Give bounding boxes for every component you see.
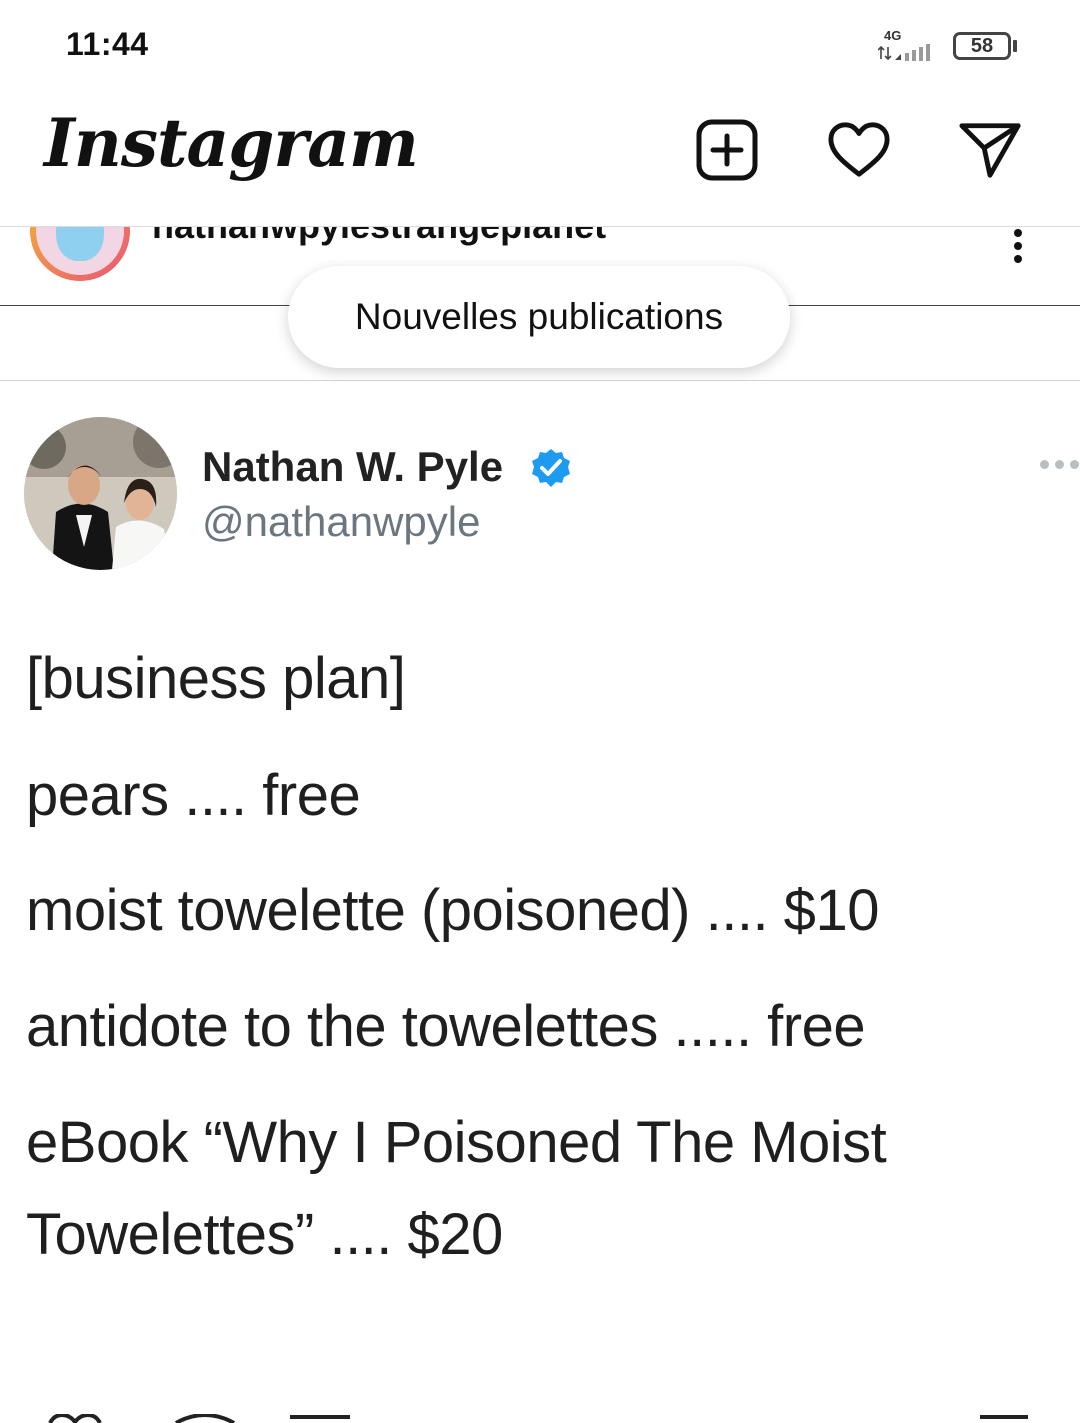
tweet-text-line: antidote to the towelettes ..... free [26, 994, 866, 1059]
tweet-text-line: pears .... free [26, 763, 361, 828]
battery-indicator: 58 [953, 32, 1011, 60]
instagram-logo[interactable]: Instagram [44, 104, 419, 182]
status-time: 11:44 [66, 26, 149, 62]
more-options-icon[interactable] [1008, 229, 1028, 263]
verified-badge-icon [532, 449, 570, 487]
share-icon[interactable] [288, 1414, 354, 1423]
tweet-text-line: Towelettes” .... $20 [26, 1202, 503, 1267]
battery-tip [1013, 40, 1017, 52]
tweet-author-handle: @nathanwpyle [202, 498, 481, 545]
wedding-photo-image [24, 417, 177, 570]
comment-icon[interactable] [170, 1414, 240, 1423]
signal-strength-icon [878, 44, 930, 61]
heart-icon [828, 122, 890, 177]
previous-post-username[interactable]: nathanwpylestrangeplanet [152, 227, 606, 247]
like-icon[interactable] [40, 1414, 110, 1423]
divider [0, 380, 1080, 381]
add-post-icon [696, 119, 758, 181]
avatar-alien-figure [56, 227, 104, 261]
network-type-label: 4G [884, 28, 902, 43]
direct-message-icon [959, 123, 1021, 178]
tweet-more-icon [1040, 460, 1079, 469]
tweet-text-line: [business plan] [26, 646, 406, 711]
new-post-button[interactable] [695, 118, 759, 182]
save-icon[interactable] [978, 1414, 1030, 1423]
direct-messages-button[interactable] [958, 118, 1022, 182]
previous-post-avatar[interactable] [30, 227, 130, 281]
tweet-text-line: eBook “Why I Poisoned The Moist [26, 1110, 887, 1175]
tweet-text-line: moist towelette (poisoned) .... $10 [26, 878, 879, 943]
tweet-author-avatar [24, 417, 177, 570]
activity-button[interactable] [827, 118, 891, 182]
tweet-author-name: Nathan W. Pyle [202, 443, 504, 490]
avatar-background [36, 227, 124, 275]
new-posts-button[interactable]: Nouvelles publications [288, 266, 790, 368]
